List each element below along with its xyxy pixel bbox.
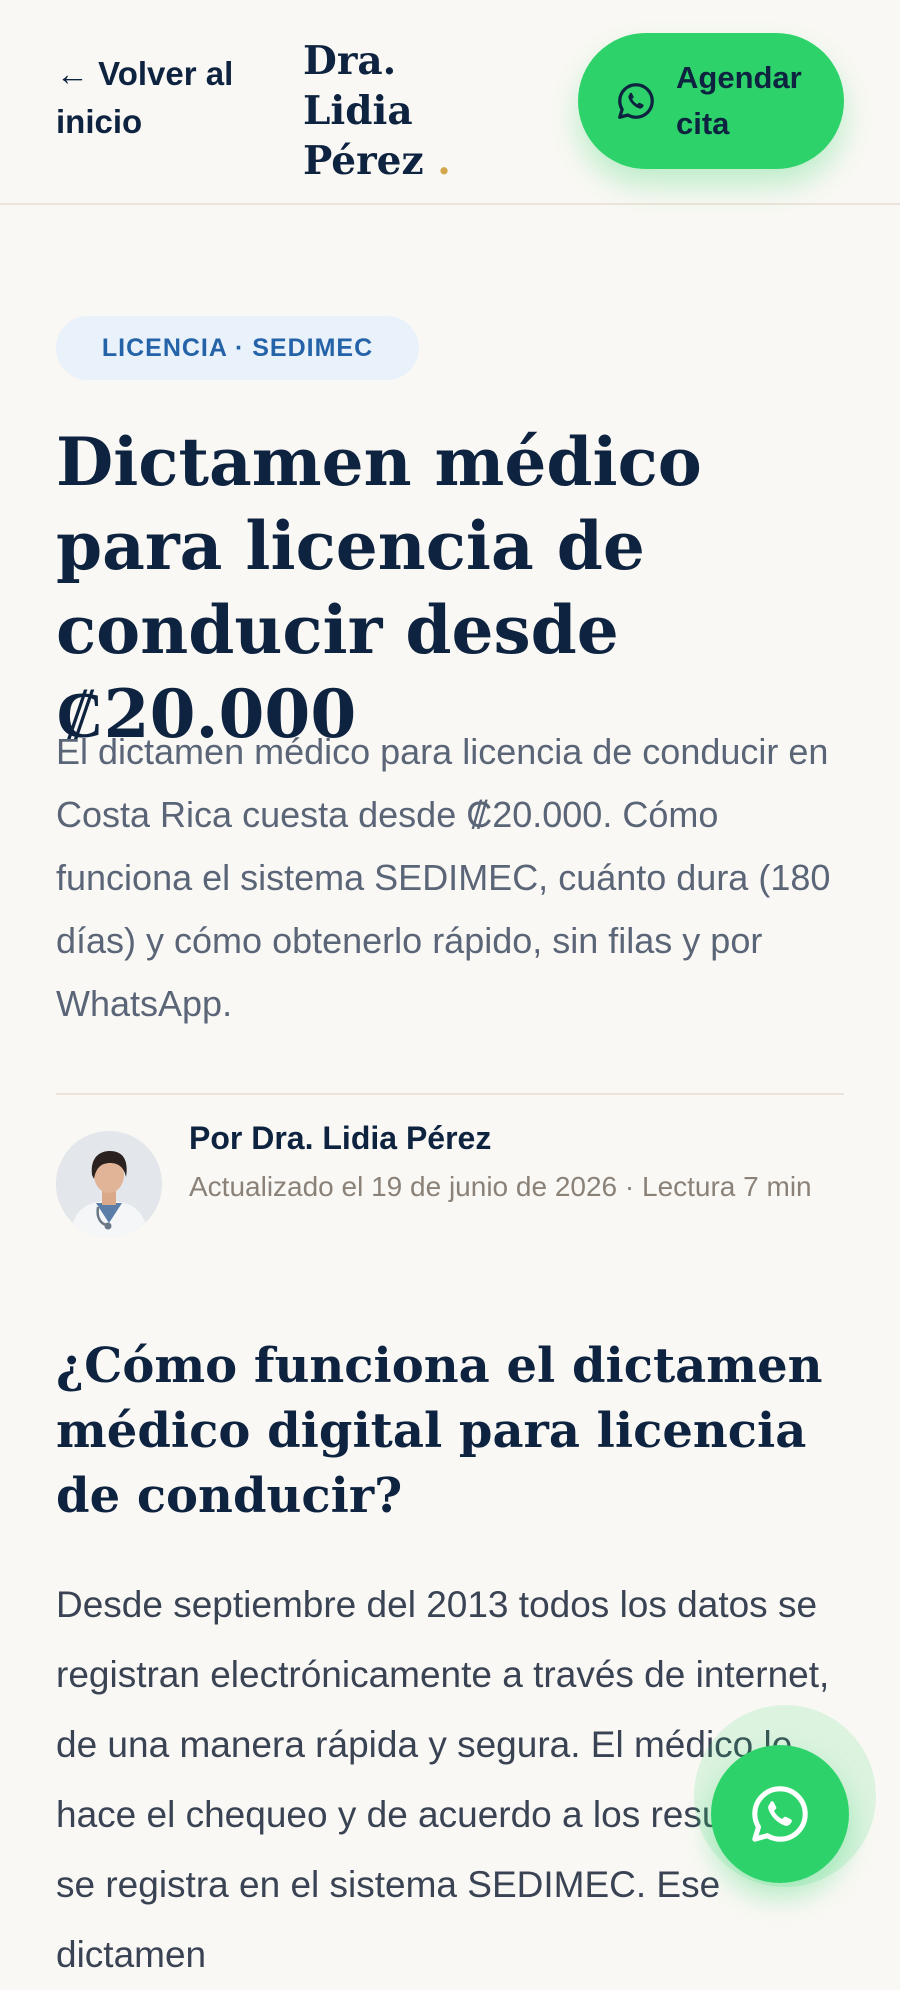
article-meta: Actualizado el 19 de junio de 2026 · Lec…: [189, 1171, 812, 1202]
whatsapp-icon: [752, 1786, 808, 1842]
back-to-home-link[interactable]: ← Volver al inicio: [56, 50, 266, 146]
section-heading: ¿Cómo funciona el dictamen médico digita…: [56, 1338, 823, 1524]
brand-name: Dra. Lidia Pérez: [303, 38, 424, 184]
whatsapp-icon: [618, 83, 654, 119]
article-title: Dictamen médico para licencia de conduci…: [56, 423, 702, 753]
whatsapp-floating-button[interactable]: [711, 1745, 849, 1883]
cta-label: Agendar cita: [676, 60, 802, 141]
author-name: Por Dra. Lidia Pérez: [189, 1120, 492, 1156]
divider: [56, 1093, 844, 1095]
author-avatar: [56, 1131, 162, 1237]
brand-logo[interactable]: Dra. Lidia Pérez .: [303, 36, 503, 186]
article-lead: El dictamen médico para licencia de cond…: [56, 731, 831, 1024]
site-header: ← Volver al inicio Dra. Lidia Pérez . Ag…: [0, 0, 900, 205]
schedule-appointment-button[interactable]: Agendar cita: [578, 33, 844, 169]
category-tag[interactable]: LICENCIA · SEDIMEC: [56, 316, 419, 380]
brand-dot: .: [437, 138, 451, 184]
